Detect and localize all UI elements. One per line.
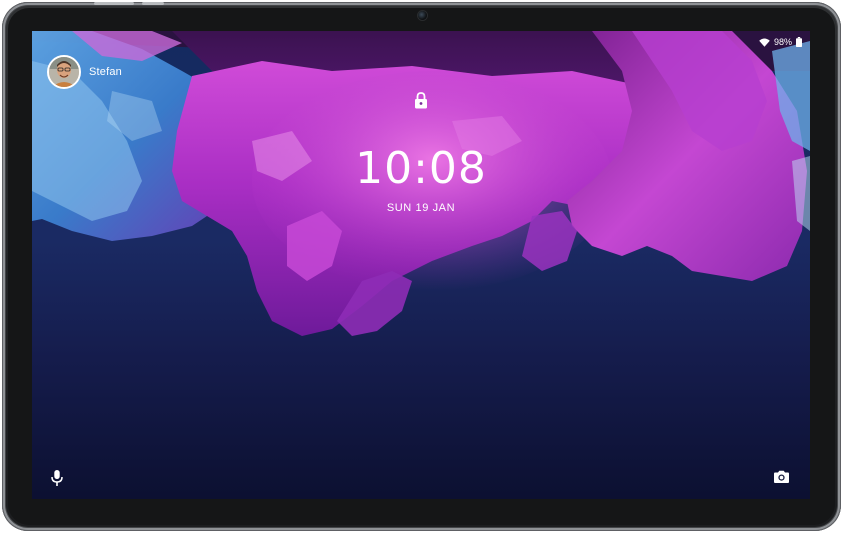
power-button xyxy=(142,2,164,5)
user-profile[interactable]: Stefan xyxy=(47,55,122,89)
wifi-icon xyxy=(759,38,770,47)
lock-icon xyxy=(415,92,427,109)
avatar-photo xyxy=(49,57,79,87)
lock-screen[interactable]: 98% Stefan 10:08 SUN 19 JAN xyxy=(32,31,810,499)
front-camera-lens xyxy=(418,11,427,20)
microphone-icon[interactable] xyxy=(50,469,64,487)
status-bar: 98% xyxy=(759,35,802,49)
avatar[interactable] xyxy=(47,55,81,89)
battery-icon xyxy=(796,37,802,47)
lock-screen-date: SUN 19 JAN xyxy=(386,202,456,214)
lock-screen-clock: 10:08 xyxy=(355,143,487,194)
battery-percentage: 98% xyxy=(773,37,792,47)
camera-icon[interactable] xyxy=(773,470,790,484)
volume-button xyxy=(94,2,134,5)
user-name: Stefan xyxy=(89,66,123,78)
